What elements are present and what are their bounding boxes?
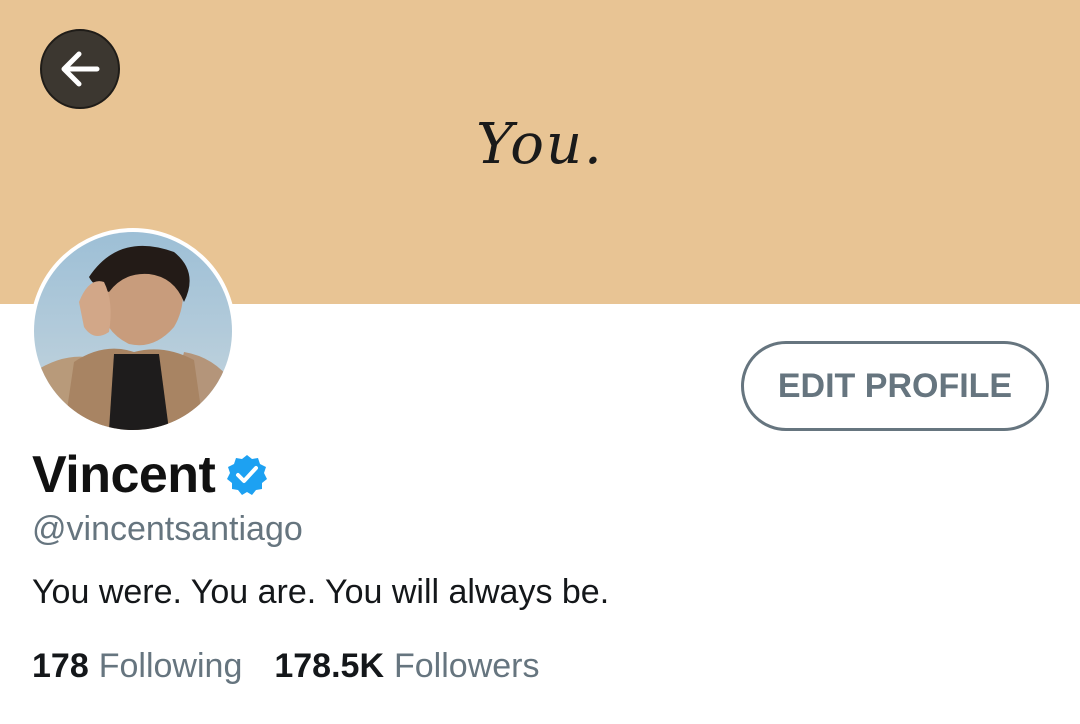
followers-stat[interactable]: 178.5K Followers (274, 647, 539, 686)
following-label: Following (98, 647, 243, 685)
following-stat[interactable]: 178 Following (32, 647, 242, 686)
following-count: 178 (32, 647, 89, 685)
verified-badge-icon (227, 455, 268, 495)
profile-bio: You were. You are. You will always be. (32, 573, 610, 611)
name-row: Vincent (32, 442, 269, 508)
banner-text: You. (476, 112, 604, 177)
avatar[interactable] (30, 228, 236, 434)
profile-stats: 178 Following 178.5K Followers (32, 647, 539, 686)
back-button[interactable] (40, 29, 120, 109)
followers-count: 178.5K (274, 647, 384, 685)
followers-label: Followers (394, 647, 540, 685)
arrow-left-icon (61, 51, 100, 87)
display-name: Vincent (32, 446, 216, 504)
edit-profile-button[interactable]: EDIT PROFILE (741, 341, 1049, 431)
profile-handle: @vincentsantiago (32, 510, 303, 548)
